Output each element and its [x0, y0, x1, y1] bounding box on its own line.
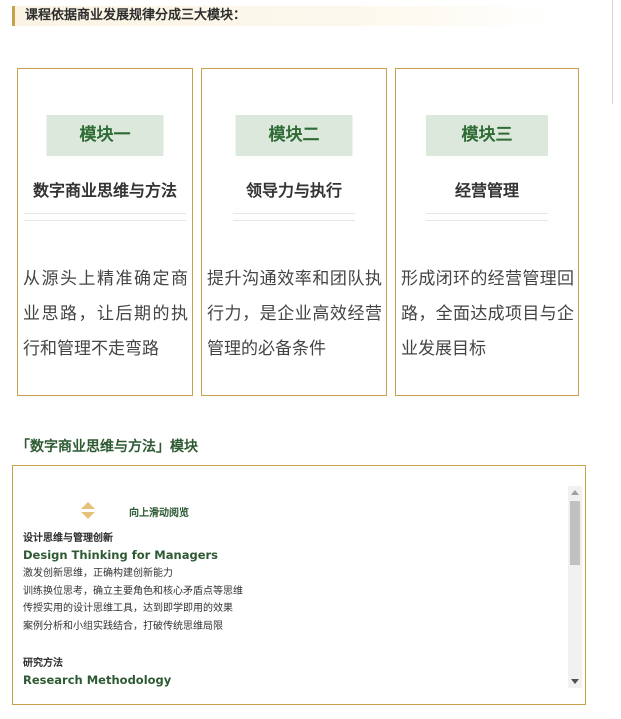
- course-item: 研究方法 Research Methodology: [23, 656, 171, 690]
- scroll-content[interactable]: 向上滑动阅览 设计思维与管理创新 Design Thinking for Man…: [23, 480, 568, 700]
- module-title: 经营管理: [454, 181, 519, 200]
- right-edge-divider: [612, 0, 613, 104]
- course-title-en: Design Thinking for Managers: [23, 548, 219, 562]
- course-scroll-panel[interactable]: 向上滑动阅览 设计思维与管理创新 Design Thinking for Man…: [12, 465, 586, 705]
- arrow-down-icon: [81, 512, 95, 519]
- arrow-up-icon: [81, 502, 95, 509]
- scroll-hint: 向上滑动阅览: [81, 500, 281, 524]
- module-badge: 模块二: [235, 115, 353, 156]
- vertical-scrollbar[interactable]: [568, 486, 582, 688]
- title-divider: [426, 213, 548, 221]
- scrollbar-thumb[interactable]: [570, 501, 580, 565]
- module-card-1: 模块一 数字商业思维与方法 从源头上精准确定商业思路，让后期的执行和管理不走弯路: [17, 68, 193, 396]
- scroll-hint-label: 向上滑动阅览: [129, 508, 189, 519]
- course-title-en: Research Methodology: [23, 673, 172, 687]
- title-divider: [24, 213, 186, 221]
- module-badge: 模块三: [426, 115, 548, 156]
- module-card-2: 模块二 领导力与执行 提升沟通效率和团队执行力，是企业高效经营管理的必备条件: [201, 68, 387, 396]
- module-title: 数字商业思维与方法: [32, 181, 177, 200]
- section-heading: 「数字商业思维与方法」模块: [16, 439, 198, 455]
- course-title-cn: 设计思维与管理创新: [23, 533, 113, 544]
- module-description: 形成闭环的经营管理回路，全面达成项目与企业发展目标: [401, 269, 574, 359]
- module-description: 提升沟通效率和团队执行力，是企业高效经营管理的必备条件: [207, 269, 382, 359]
- course-item: 设计思维与管理创新 Design Thinking for Managers 激…: [23, 531, 243, 635]
- course-point: 案例分析和小组实践结合，打破传统思维局限: [23, 620, 223, 632]
- intro-banner: 课程依据商业发展规律分成三大模块：: [12, 6, 552, 26]
- intro-text: 课程依据商业发展规律分成三大模块：: [25, 8, 247, 23]
- scroll-up-arrow-icon[interactable]: [571, 490, 579, 495]
- module-card-3: 模块三 经营管理 形成闭环的经营管理回路，全面达成项目与企业发展目标: [395, 68, 579, 396]
- scroll-down-arrow-icon[interactable]: [571, 679, 579, 684]
- module-badge: 模块一: [46, 115, 164, 156]
- course-title-cn: 研究方法: [23, 658, 63, 669]
- module-title: 领导力与执行: [245, 181, 342, 200]
- module-description: 从源头上精准确定商业思路，让后期的执行和管理不走弯路: [23, 269, 188, 359]
- course-point: 激发创新思维，正确构建创新能力: [23, 568, 173, 579]
- course-point: 传授实用的设计思维工具，达到即学即用的效果: [23, 603, 233, 614]
- title-divider: [233, 213, 355, 221]
- course-point: 训练换位思考，确立主要角色和核心矛盾点等思维: [23, 585, 243, 597]
